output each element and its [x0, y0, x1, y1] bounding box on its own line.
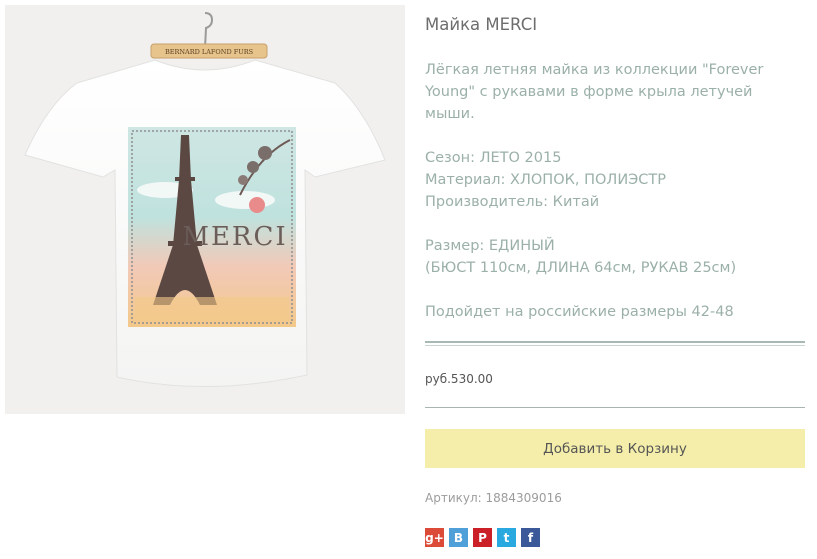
divider [425, 407, 805, 408]
facebook-icon[interactable]: f [521, 528, 540, 547]
twitter-icon[interactable]: t [497, 528, 516, 547]
vkontakte-icon[interactable]: В [449, 528, 468, 547]
size-details: (БЮСТ 110см, ДЛИНА 64см, РУКАВ 25см) [425, 260, 737, 276]
product-image[interactable]: BERNARD LAFOND FURS MERCI [5, 5, 405, 414]
product-sku: Артикул: 1884309016 [425, 491, 562, 505]
product-description: Лёгкая летняя майка из коллекции "Foreve… [425, 59, 805, 323]
size-spec: Размер: ЕДИНЫЙ [425, 238, 555, 254]
material-spec: Материал: ХЛОПОК, ПОЛИЭСТР [425, 172, 667, 188]
season-spec: Сезон: ЛЕТО 2015 [425, 150, 562, 166]
google-plus-icon[interactable]: g+ [425, 528, 444, 547]
add-to-cart-button[interactable]: Добавить в Корзину [425, 429, 805, 468]
maker-spec: Производитель: Китай [425, 194, 600, 210]
social-share-bar: g+ В P t f [425, 528, 540, 547]
divider [425, 341, 805, 346]
description-text: Лёгкая летняя майка из коллекции "Foreve… [425, 62, 764, 122]
product-title: Майка MERCI [425, 15, 538, 34]
pinterest-icon[interactable]: P [473, 528, 492, 547]
fit-note: Подойдет на российские размеры 42-48 [425, 304, 734, 320]
print-text: MERCI [182, 222, 287, 252]
product-price: руб.530.00 [425, 372, 493, 386]
hanger-label: BERNARD LAFOND FURS [165, 48, 253, 56]
